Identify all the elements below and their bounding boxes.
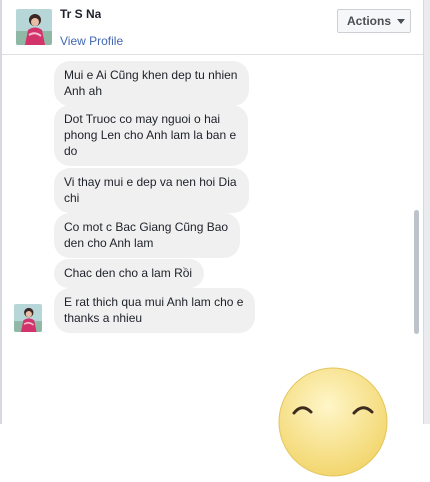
- chat-header: Tr S Na View Profile Actions: [2, 0, 423, 55]
- actions-label: Actions: [347, 14, 392, 28]
- message-bubble[interactable]: E rat thich qua mui Anh lam cho e thanks…: [54, 288, 256, 333]
- contact-avatar[interactable]: [16, 9, 52, 45]
- scrollbar-thumb[interactable]: [414, 210, 419, 334]
- sender-avatar[interactable]: [14, 304, 42, 332]
- message-bubble[interactable]: Mui e Ai Cũng khen dep tu nhien Anh ah: [54, 61, 250, 106]
- window-right-border: [423, 0, 430, 424]
- caret-down-icon: [397, 18, 406, 24]
- view-profile-link[interactable]: View Profile: [60, 34, 123, 48]
- actions-dropdown-button[interactable]: Actions: [337, 9, 411, 33]
- message-bubble[interactable]: Co mot c Bac Giang Cũng Bao den cho Anh …: [54, 213, 241, 258]
- message-bubble[interactable]: Chac den cho a lam Rồi: [54, 259, 205, 288]
- message-bubble[interactable]: Dot Truoc co may nguoi o hai phong Len c…: [54, 105, 249, 166]
- contact-name[interactable]: Tr S Na: [60, 9, 101, 23]
- smiley-sticker-icon[interactable]: [278, 367, 388, 477]
- message-bubble[interactable]: Vi thay mui e dep va nen hoi Dia chi: [54, 168, 249, 213]
